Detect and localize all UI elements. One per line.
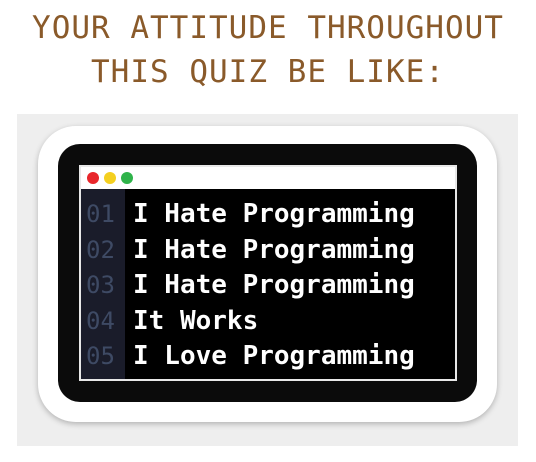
- caption-line-2: THIS QUIZ BE LIKE:: [91, 54, 445, 90]
- line-text: I Hate Programming: [133, 199, 415, 229]
- line-number: 01: [86, 200, 115, 228]
- window-titlebar: [81, 167, 455, 189]
- code-line: 04 It Works: [81, 304, 455, 340]
- line-number: 05: [86, 342, 115, 370]
- code-line: 01 I Hate Programming: [81, 197, 455, 233]
- line-text: It Works: [133, 305, 259, 336]
- code-line: 02 I Hate Programming: [81, 233, 455, 269]
- meme-caption: YOUR ATTITUDE THROUGHOUT THIS QUIZ BE LI…: [0, 6, 536, 94]
- maximize-dot-icon: [121, 172, 133, 184]
- line-number: 03: [86, 271, 115, 299]
- line-text: I Hate Programming: [133, 234, 415, 265]
- line-number: 04: [86, 306, 115, 335]
- code-lines: 01 I Hate Programming 02 I Hate Programm…: [81, 197, 455, 375]
- minimize-dot-icon: [104, 172, 116, 184]
- code-window: 01 I Hate Programming 02 I Hate Programm…: [79, 165, 457, 381]
- line-text: I Love Programming: [133, 341, 415, 371]
- code-line: 03 I Hate Programming: [81, 268, 455, 304]
- line-text: I Hate Programming: [133, 270, 415, 300]
- close-dot-icon: [87, 172, 99, 184]
- line-number: 02: [86, 235, 115, 264]
- code-line: 05 I Love Programming: [81, 339, 455, 375]
- caption-line-1: YOUR ATTITUDE THROUGHOUT: [32, 10, 504, 46]
